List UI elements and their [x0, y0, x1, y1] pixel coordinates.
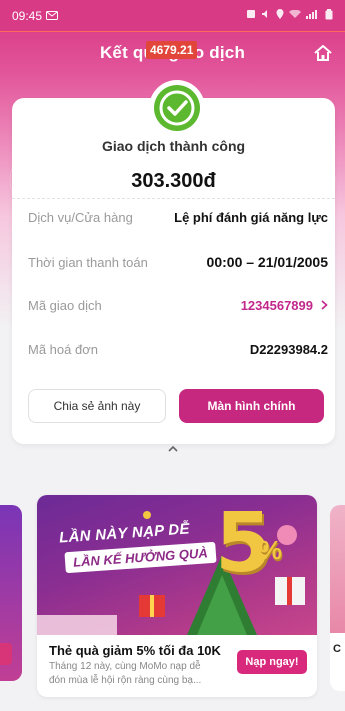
top-nav: Kết quả giao dịch 4679.21	[0, 32, 345, 74]
promo-banner-next[interactable]: C	[330, 505, 345, 691]
detail-label: Mã hoá đơn	[28, 341, 98, 357]
detail-value: D22293984.2	[249, 341, 328, 357]
notification-icon	[46, 9, 59, 23]
detail-row-transaction-id[interactable]: Mã giao dịch 1234567899	[28, 295, 328, 315]
signal-icon	[306, 9, 320, 22]
promo-banner[interactable]: LẦN NÀY NẠP DỄ LẦN KẾ HƯỞNG QUÀ 5 % Thẻ …	[37, 495, 317, 697]
overlay-badge: 4679.21	[146, 41, 198, 59]
wifi-icon	[289, 9, 301, 22]
promo-title: Thẻ quà giảm 5% tối đa 10K	[49, 643, 221, 658]
divider	[12, 198, 335, 199]
detail-row-payment-time: Thời gian thanh toán 00:00 – 21/01/2005	[28, 252, 328, 272]
location-icon	[276, 9, 284, 22]
transaction-status: Giao dịch thành công	[101, 138, 246, 154]
detail-label: Thời gian thanh toán	[28, 254, 148, 270]
detail-value: 00:00 – 21/01/2005	[206, 254, 328, 270]
promo-cta-button[interactable]: Nạp ngay!	[237, 650, 307, 674]
status-time: 09:45	[12, 8, 43, 23]
status-bar: 09:45	[0, 0, 345, 32]
alarm-icon	[246, 9, 256, 22]
battery-icon	[325, 8, 333, 23]
detail-value: Lệ phí đánh giá năng lực	[174, 209, 328, 225]
detail-value: 1234567899	[240, 297, 313, 313]
detail-row-service: Dịch vụ/Cửa hàng Lệ phí đánh giá năng lự…	[28, 207, 328, 227]
share-image-button[interactable]: Chia sẻ ảnh này	[28, 389, 166, 423]
promo-prev-cta	[0, 643, 12, 665]
promo-next-title: C	[333, 643, 341, 655]
success-badge	[149, 80, 205, 136]
promo-description: đón mùa lễ hội rộn ràng cùng bạ...	[49, 675, 202, 686]
transaction-id-link[interactable]: 1234567899	[241, 298, 328, 313]
transaction-amount: 303.300đ	[131, 170, 216, 192]
promo-image: LẦN NÀY NẠP DỄ LẦN KẾ HƯỞNG QUÀ 5 %	[37, 495, 317, 635]
promo-next-image	[330, 505, 345, 633]
chevron-right-icon	[321, 300, 328, 310]
promo-banner-prev[interactable]	[0, 505, 22, 681]
check-icon	[154, 85, 200, 131]
home-icon[interactable]	[313, 43, 333, 63]
chevron-up-icon[interactable]	[164, 442, 182, 456]
mute-icon	[261, 9, 271, 22]
home-screen-button[interactable]: Màn hình chính	[179, 389, 324, 423]
promo-percent-sign: %	[259, 535, 283, 565]
detail-label: Dịch vụ/Cửa hàng	[28, 209, 133, 225]
promo-description: Tháng 12 này, cùng MoMo nạp dễ	[49, 661, 201, 672]
detail-label: Mã giao dịch	[28, 297, 102, 313]
detail-row-invoice-id: Mã hoá đơn D22293984.2	[28, 339, 328, 359]
